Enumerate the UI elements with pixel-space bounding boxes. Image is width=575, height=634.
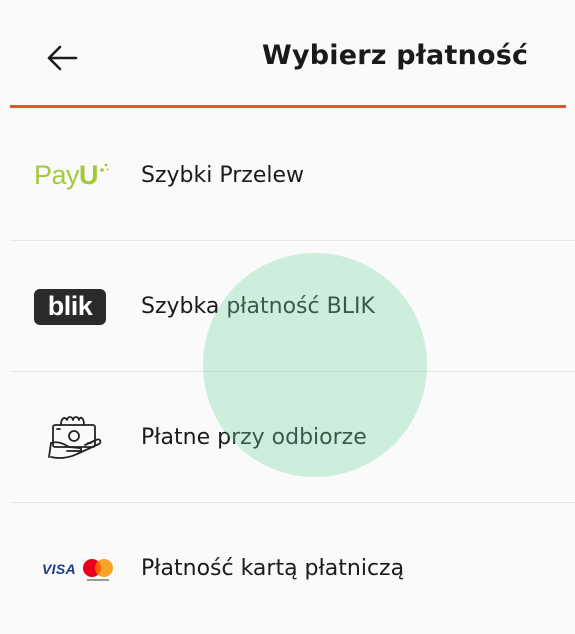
payment-option-label: Płatne przy odbiorze [141,425,367,450]
payment-option-label: Płatność kartą płatniczą [141,556,405,581]
blik-logo-text: blik [47,291,93,321]
payment-option-cash-on-delivery[interactable]: Płatne przy odbiorze [0,372,575,503]
payment-option-label: Szybka płatność BLIK [141,294,375,319]
arrow-left-icon [47,45,78,71]
cash-on-delivery-icon [34,372,120,503]
visa-logo: VISA [42,560,76,577]
blik-logo: blik [34,241,120,372]
page-title: Wybierz płatność [262,40,529,71]
payment-option-payu[interactable]: PayU Szybki Przelew [0,110,575,241]
payu-logo: PayU [34,110,120,241]
back-button[interactable] [40,38,84,78]
payment-option-card[interactable]: VISA Płatność kartą płatniczą [0,503,575,634]
payment-method-list: PayU Szybki Przelew blik Szybka płatność… [0,110,575,634]
header-accent-line [10,105,566,108]
mastercard-icon [82,558,113,581]
payu-sparkle-icon [100,163,109,172]
payu-logo-text: Pay [34,160,80,190]
payu-logo-accent: U [79,160,99,190]
payment-option-blik[interactable]: blik Szybka płatność BLIK [0,241,575,372]
card-logos: VISA [34,503,120,634]
payment-option-label: Szybki Przelew [141,163,304,188]
app-header: Wybierz płatność [0,0,575,110]
